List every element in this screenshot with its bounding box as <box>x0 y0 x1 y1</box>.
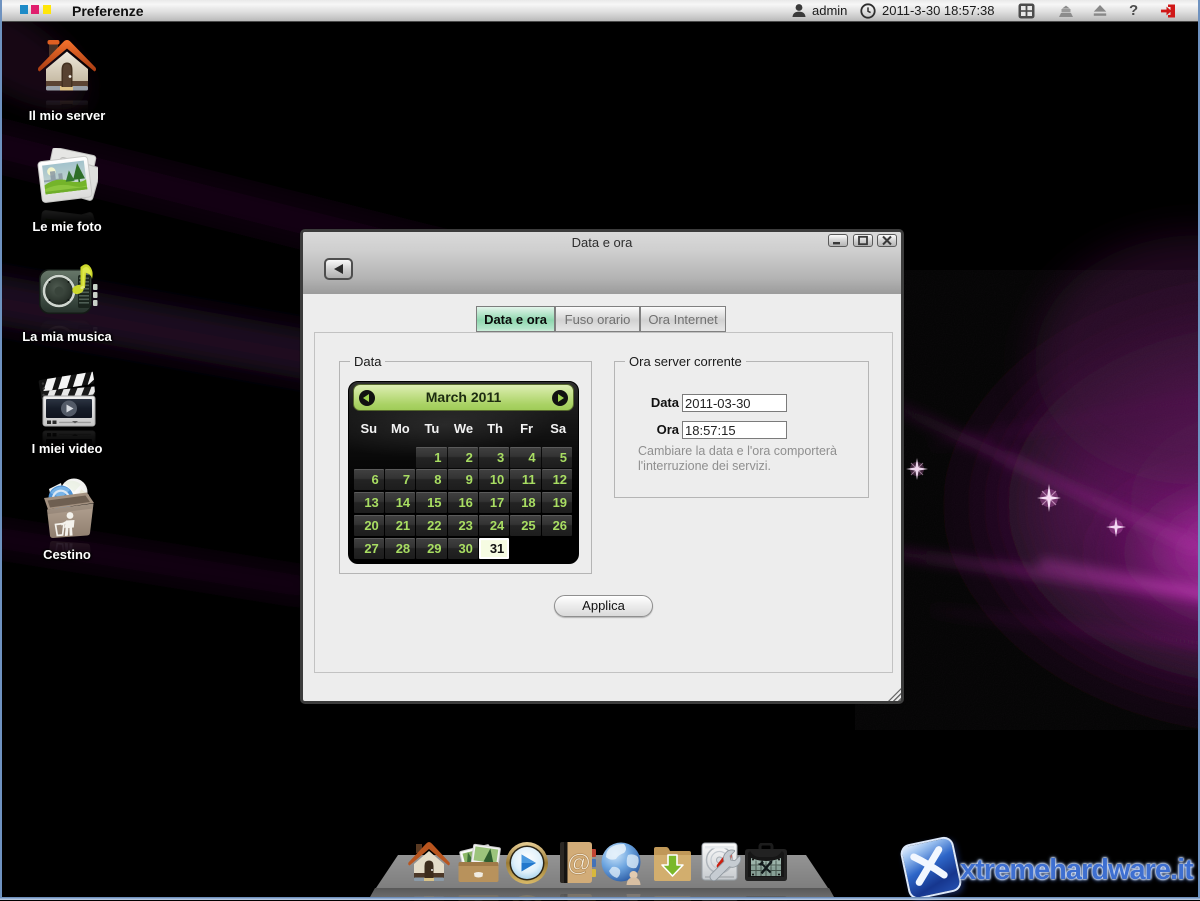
svg-text:@: @ <box>567 850 590 877</box>
